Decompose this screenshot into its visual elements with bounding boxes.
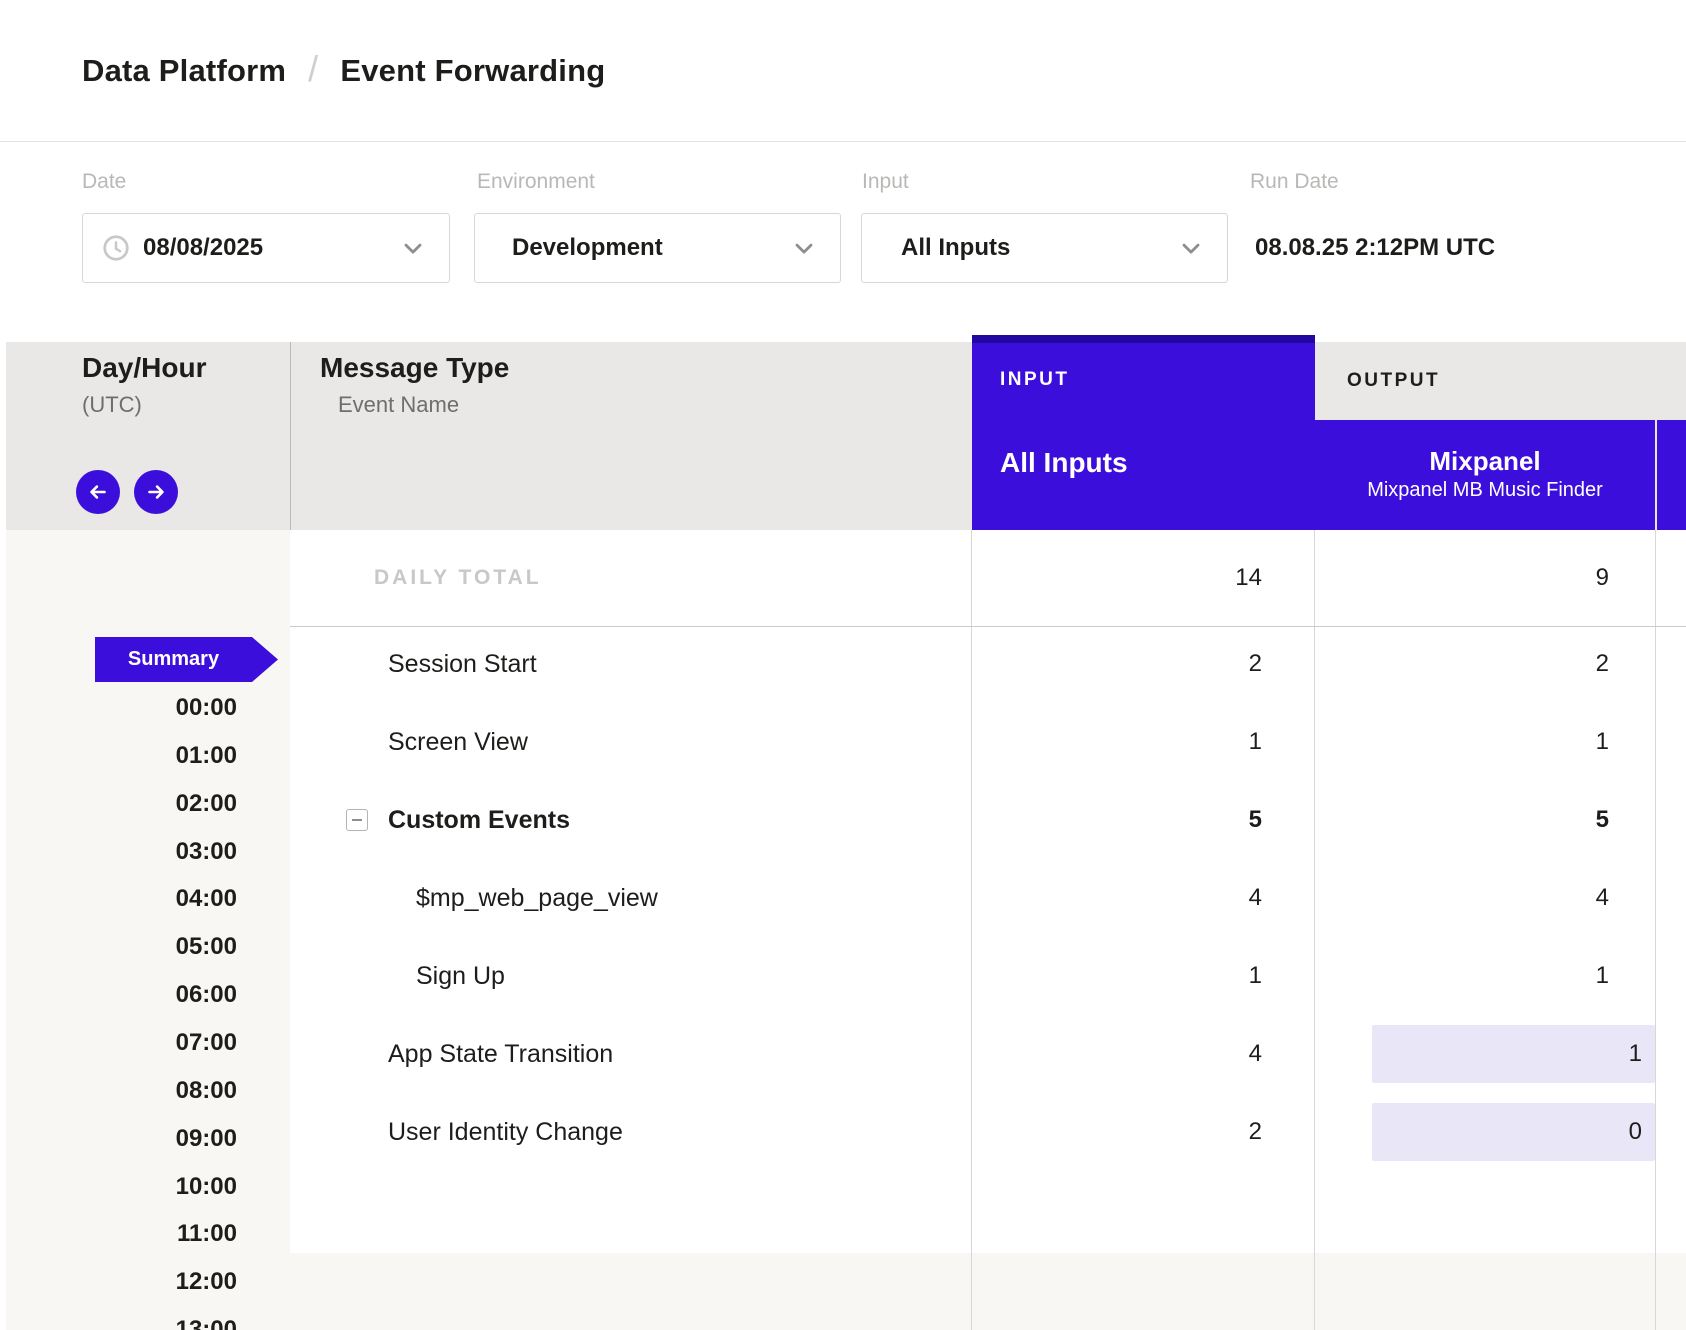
arrow-left-icon [85,479,111,505]
run-date-label: Run Date [1250,170,1339,194]
header-divider [290,342,291,530]
message-row: $mp_web_page_view 44 [290,859,1686,937]
date-label: Date [82,170,126,194]
input-count-cell: 4 [972,1015,1315,1093]
hour-row-label[interactable]: 09:00 [6,1125,237,1153]
hour-row-label[interactable]: 13:00 [6,1316,237,1330]
output-column-partial [1657,420,1686,530]
message-row: Sign Up 11 [290,937,1686,1015]
hour-row-label[interactable]: 03:00 [6,838,237,866]
output-mixpanel-header[interactable]: Mixpanel Mixpanel MB Music Finder [1315,420,1655,530]
hour-row-label[interactable]: 12:00 [6,1268,237,1296]
chevron-down-icon [399,234,427,262]
hour-row-label[interactable]: 07:00 [6,1029,237,1057]
daily-total-label: DAILY TOTAL [290,530,972,626]
output-count-cell: 1 [1315,1015,1655,1093]
summary-badge[interactable]: Summary [95,637,278,682]
input-value: All Inputs [901,234,1010,262]
run-date-value: 08.08.25 2:12PM UTC [1255,213,1495,283]
input-count-cell: 1 [972,937,1315,1015]
breadcrumb-separator: / [308,48,318,90]
environment-value: Development [512,234,663,262]
message-row: User Identity Change 20 [290,1093,1686,1171]
event-name: $mp_web_page_view [416,884,658,913]
input-selected-strip [972,335,1315,343]
output-count-cell: 5 [1315,781,1655,859]
day-hour-subtitle: (UTC) [82,392,142,418]
output-group-label: OUTPUT [1347,342,1440,420]
output-count-highlight: 0 [1372,1103,1655,1161]
daily-total-input-value: 14 [972,530,1315,626]
day-hour-title: Day/Hour [82,352,206,384]
breadcrumb-event-forwarding: Event Forwarding [340,53,605,89]
hour-row-label[interactable]: 10:00 [6,1173,237,1201]
breadcrumb-data-platform[interactable]: Data Platform [82,53,286,89]
hour-row-label[interactable]: 01:00 [6,742,237,770]
output-subtitle: Mixpanel MB Music Finder [1367,476,1603,504]
input-label: Input [862,170,909,194]
arrow-right-icon [143,479,169,505]
hour-row-label[interactable]: 11:00 [6,1220,237,1248]
input-count-cell: 2 [972,625,1315,703]
message-row: App State Transition 41 [290,1015,1686,1093]
output-count-cell: 0 [1315,1093,1655,1171]
date-select[interactable]: 08/08/2025 [82,213,450,283]
date-value: 08/08/2025 [143,234,263,262]
event-name: Sign Up [416,962,505,991]
daily-total-row: DAILY TOTAL 14 9 [290,530,1686,627]
input-count-cell: 4 [972,859,1315,937]
event-name: Session Start [388,650,537,679]
input-column-header[interactable]: INPUT All Inputs [972,335,1315,530]
input-count-cell: 1 [972,703,1315,781]
output-count-cell: 4 [1315,859,1655,937]
breadcrumb: Data Platform / Event Forwarding [82,0,605,141]
hour-row-label[interactable]: 02:00 [6,790,237,818]
input-count-cell: 5 [972,781,1315,859]
output-count-highlight: 1 [1372,1025,1655,1083]
event-name: App State Transition [388,1040,613,1069]
chevron-down-icon [1177,234,1205,262]
hour-row-label[interactable]: 08:00 [6,1077,237,1105]
message-type-subtitle: Event Name [338,392,459,418]
event-name: Screen View [388,728,528,757]
input-selected-value: All Inputs [1000,447,1128,479]
event-name: User Identity Change [388,1118,623,1147]
clock-icon [101,233,131,263]
input-group-label: INPUT [1000,369,1070,391]
hour-row-label[interactable]: 06:00 [6,981,237,1009]
output-name: Mixpanel [1429,446,1540,476]
previous-day-button[interactable] [76,470,120,514]
output-count-cell: 1 [1315,703,1655,781]
environment-select[interactable]: Development [474,213,841,283]
hour-row-label[interactable]: 00:00 [6,694,237,722]
next-day-button[interactable] [134,470,178,514]
message-row: Screen View 11 [290,703,1686,781]
event-name: Custom Events [388,806,570,835]
input-select[interactable]: All Inputs [861,213,1228,283]
message-row: Session Start 22 [290,625,1686,703]
output-count-cell: 2 [1315,625,1655,703]
chevron-down-icon [790,234,818,262]
message-row: Custom Events 55 [290,781,1686,859]
environment-label: Environment [477,170,595,194]
top-bar: Data Platform / Event Forwarding [0,0,1686,142]
daily-total-output-value: 9 [1315,530,1655,626]
table-footer-area [290,1253,1686,1330]
input-count-cell: 2 [972,1093,1315,1171]
hour-row-label[interactable]: 05:00 [6,933,237,961]
message-type-title: Message Type [320,352,509,384]
output-count-cell: 1 [1315,937,1655,1015]
collapse-minus-icon[interactable] [346,809,368,831]
event-forwarding-page: Data Platform / Event Forwarding Date En… [0,0,1686,1330]
hour-row-label[interactable]: 04:00 [6,885,237,913]
